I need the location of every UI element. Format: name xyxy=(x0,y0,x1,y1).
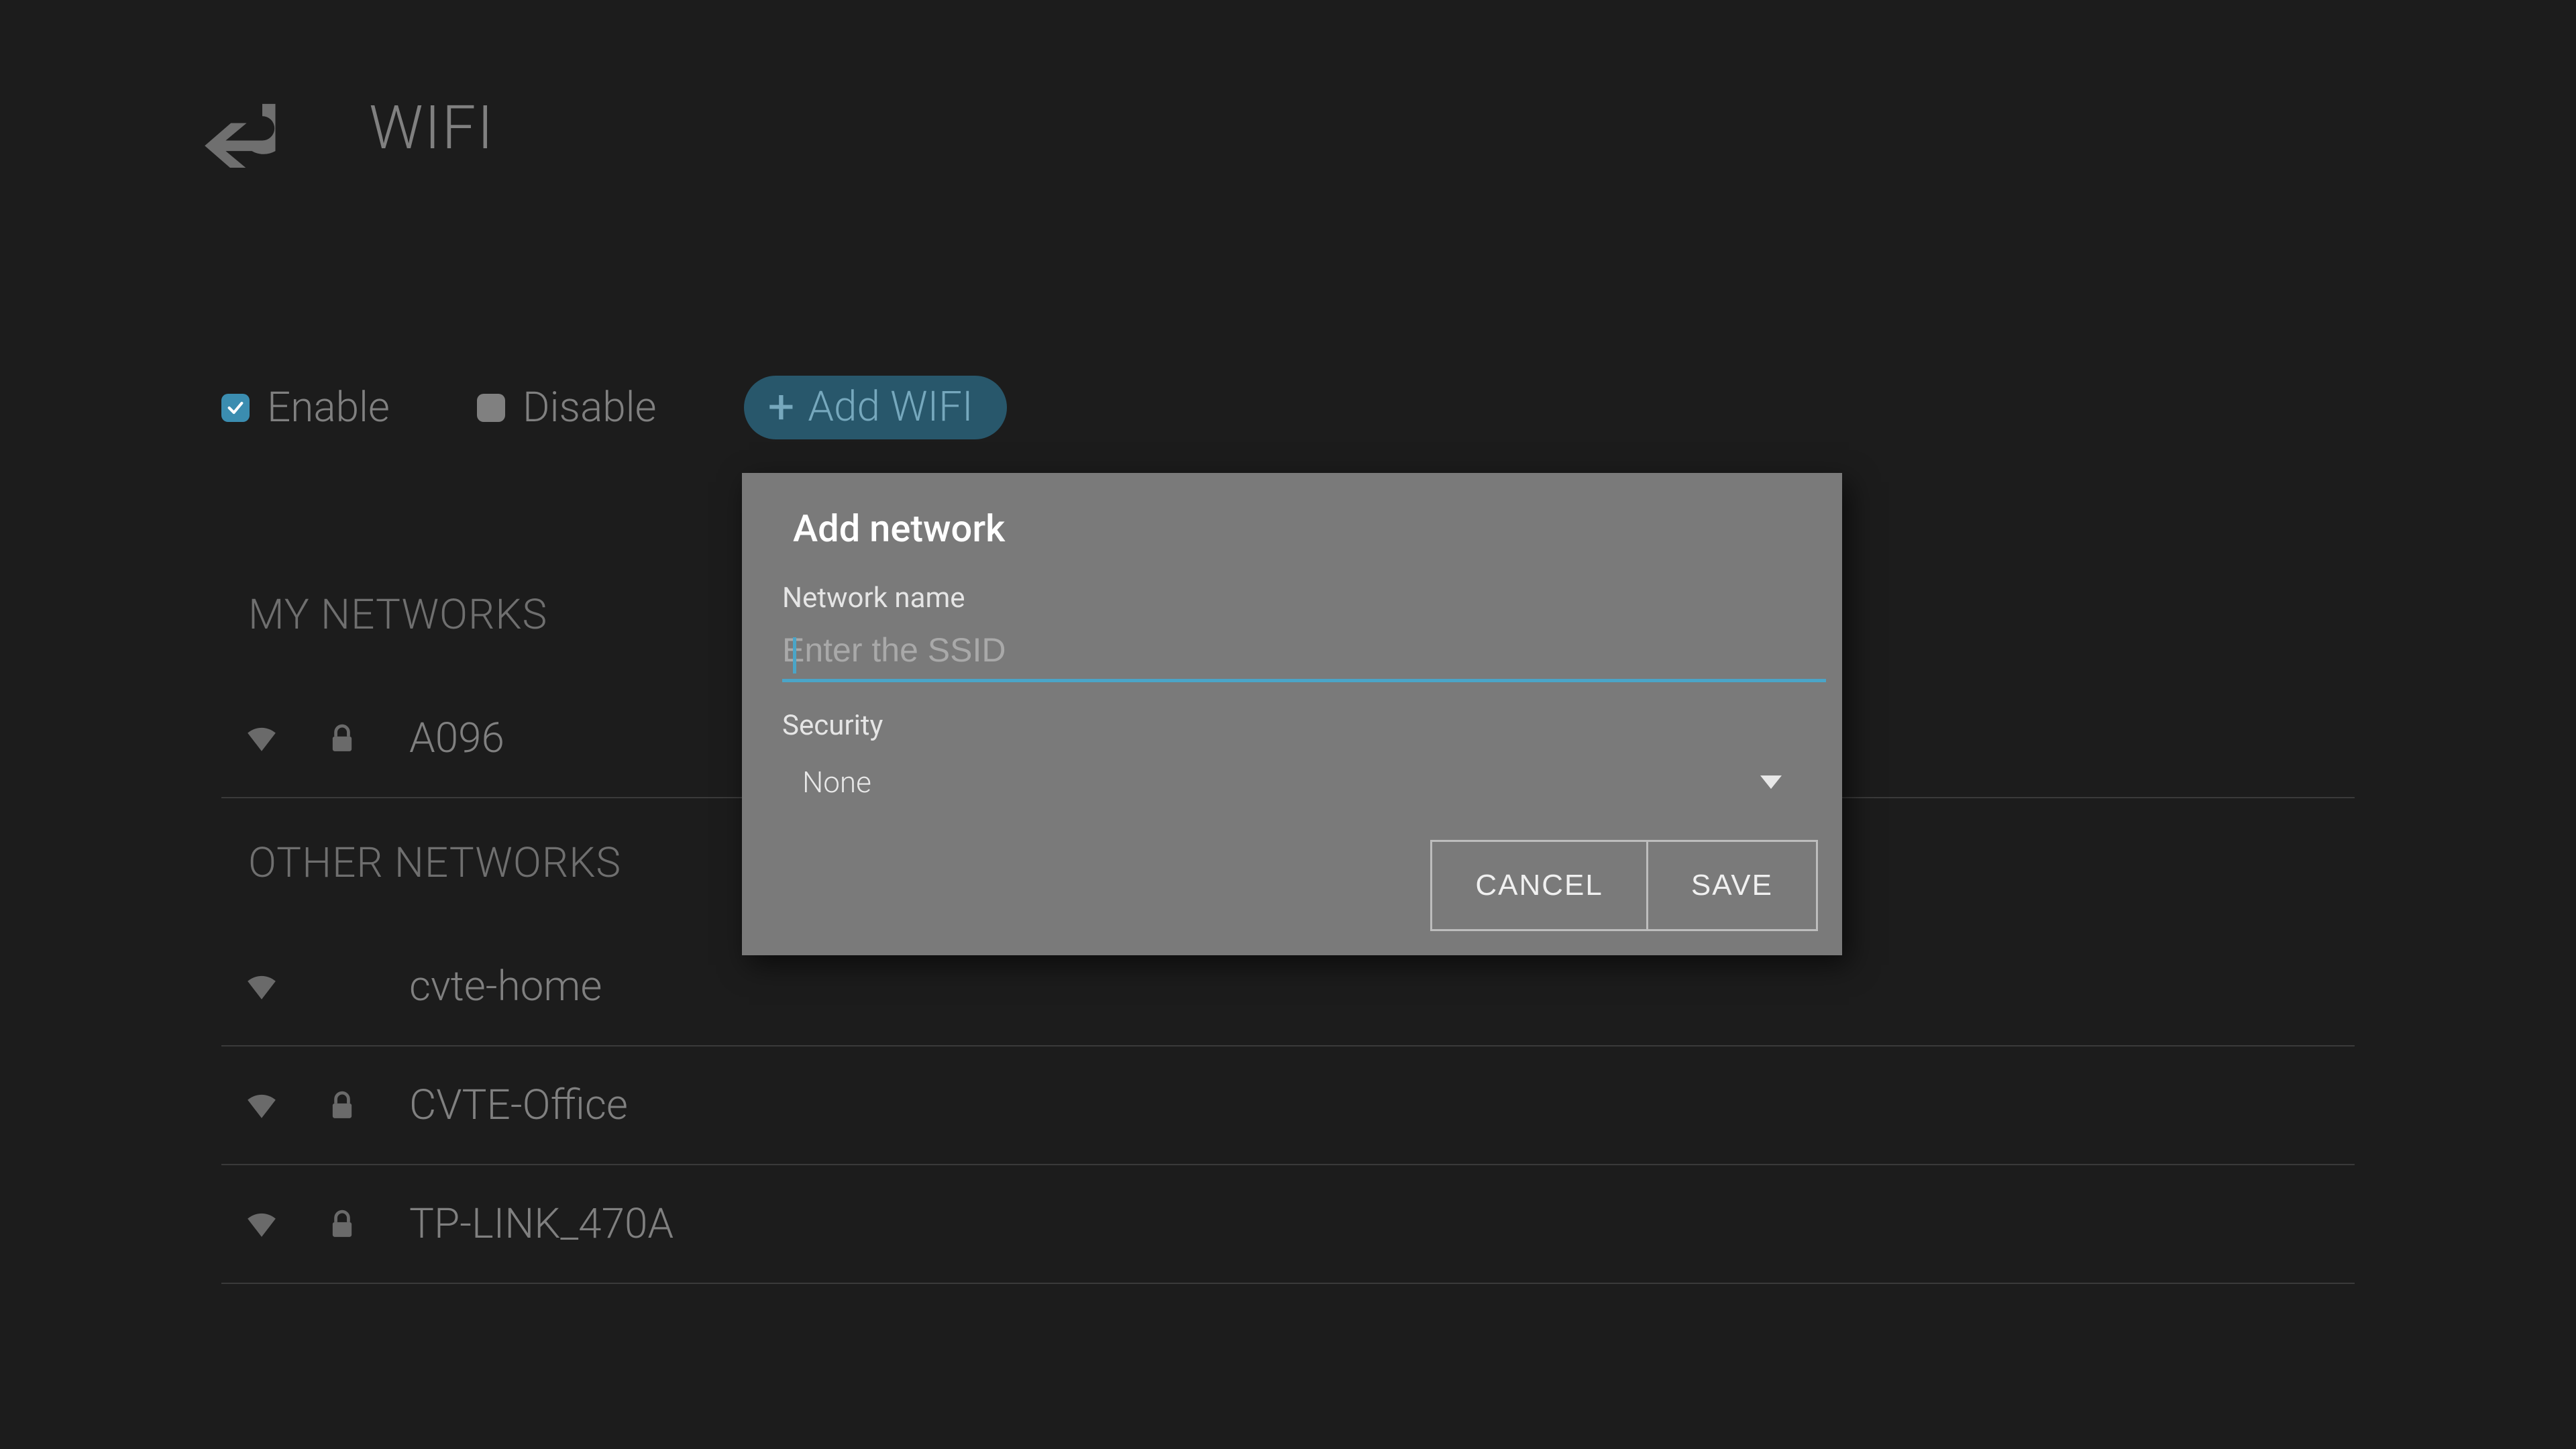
dialog-title: Add network xyxy=(742,473,1842,551)
security-value: None xyxy=(802,765,871,800)
ssid-input[interactable] xyxy=(782,631,1826,682)
cancel-button[interactable]: CANCEL xyxy=(1430,840,1648,931)
add-network-dialog: Add network Network name Security None C… xyxy=(742,473,1842,955)
text-cursor xyxy=(793,637,796,674)
security-select[interactable]: None xyxy=(782,742,1802,806)
network-name-label: Network name xyxy=(782,582,1802,614)
save-button[interactable]: SAVE xyxy=(1646,840,1818,931)
security-label: Security xyxy=(782,709,1802,742)
dropdown-caret-icon xyxy=(1760,775,1782,789)
